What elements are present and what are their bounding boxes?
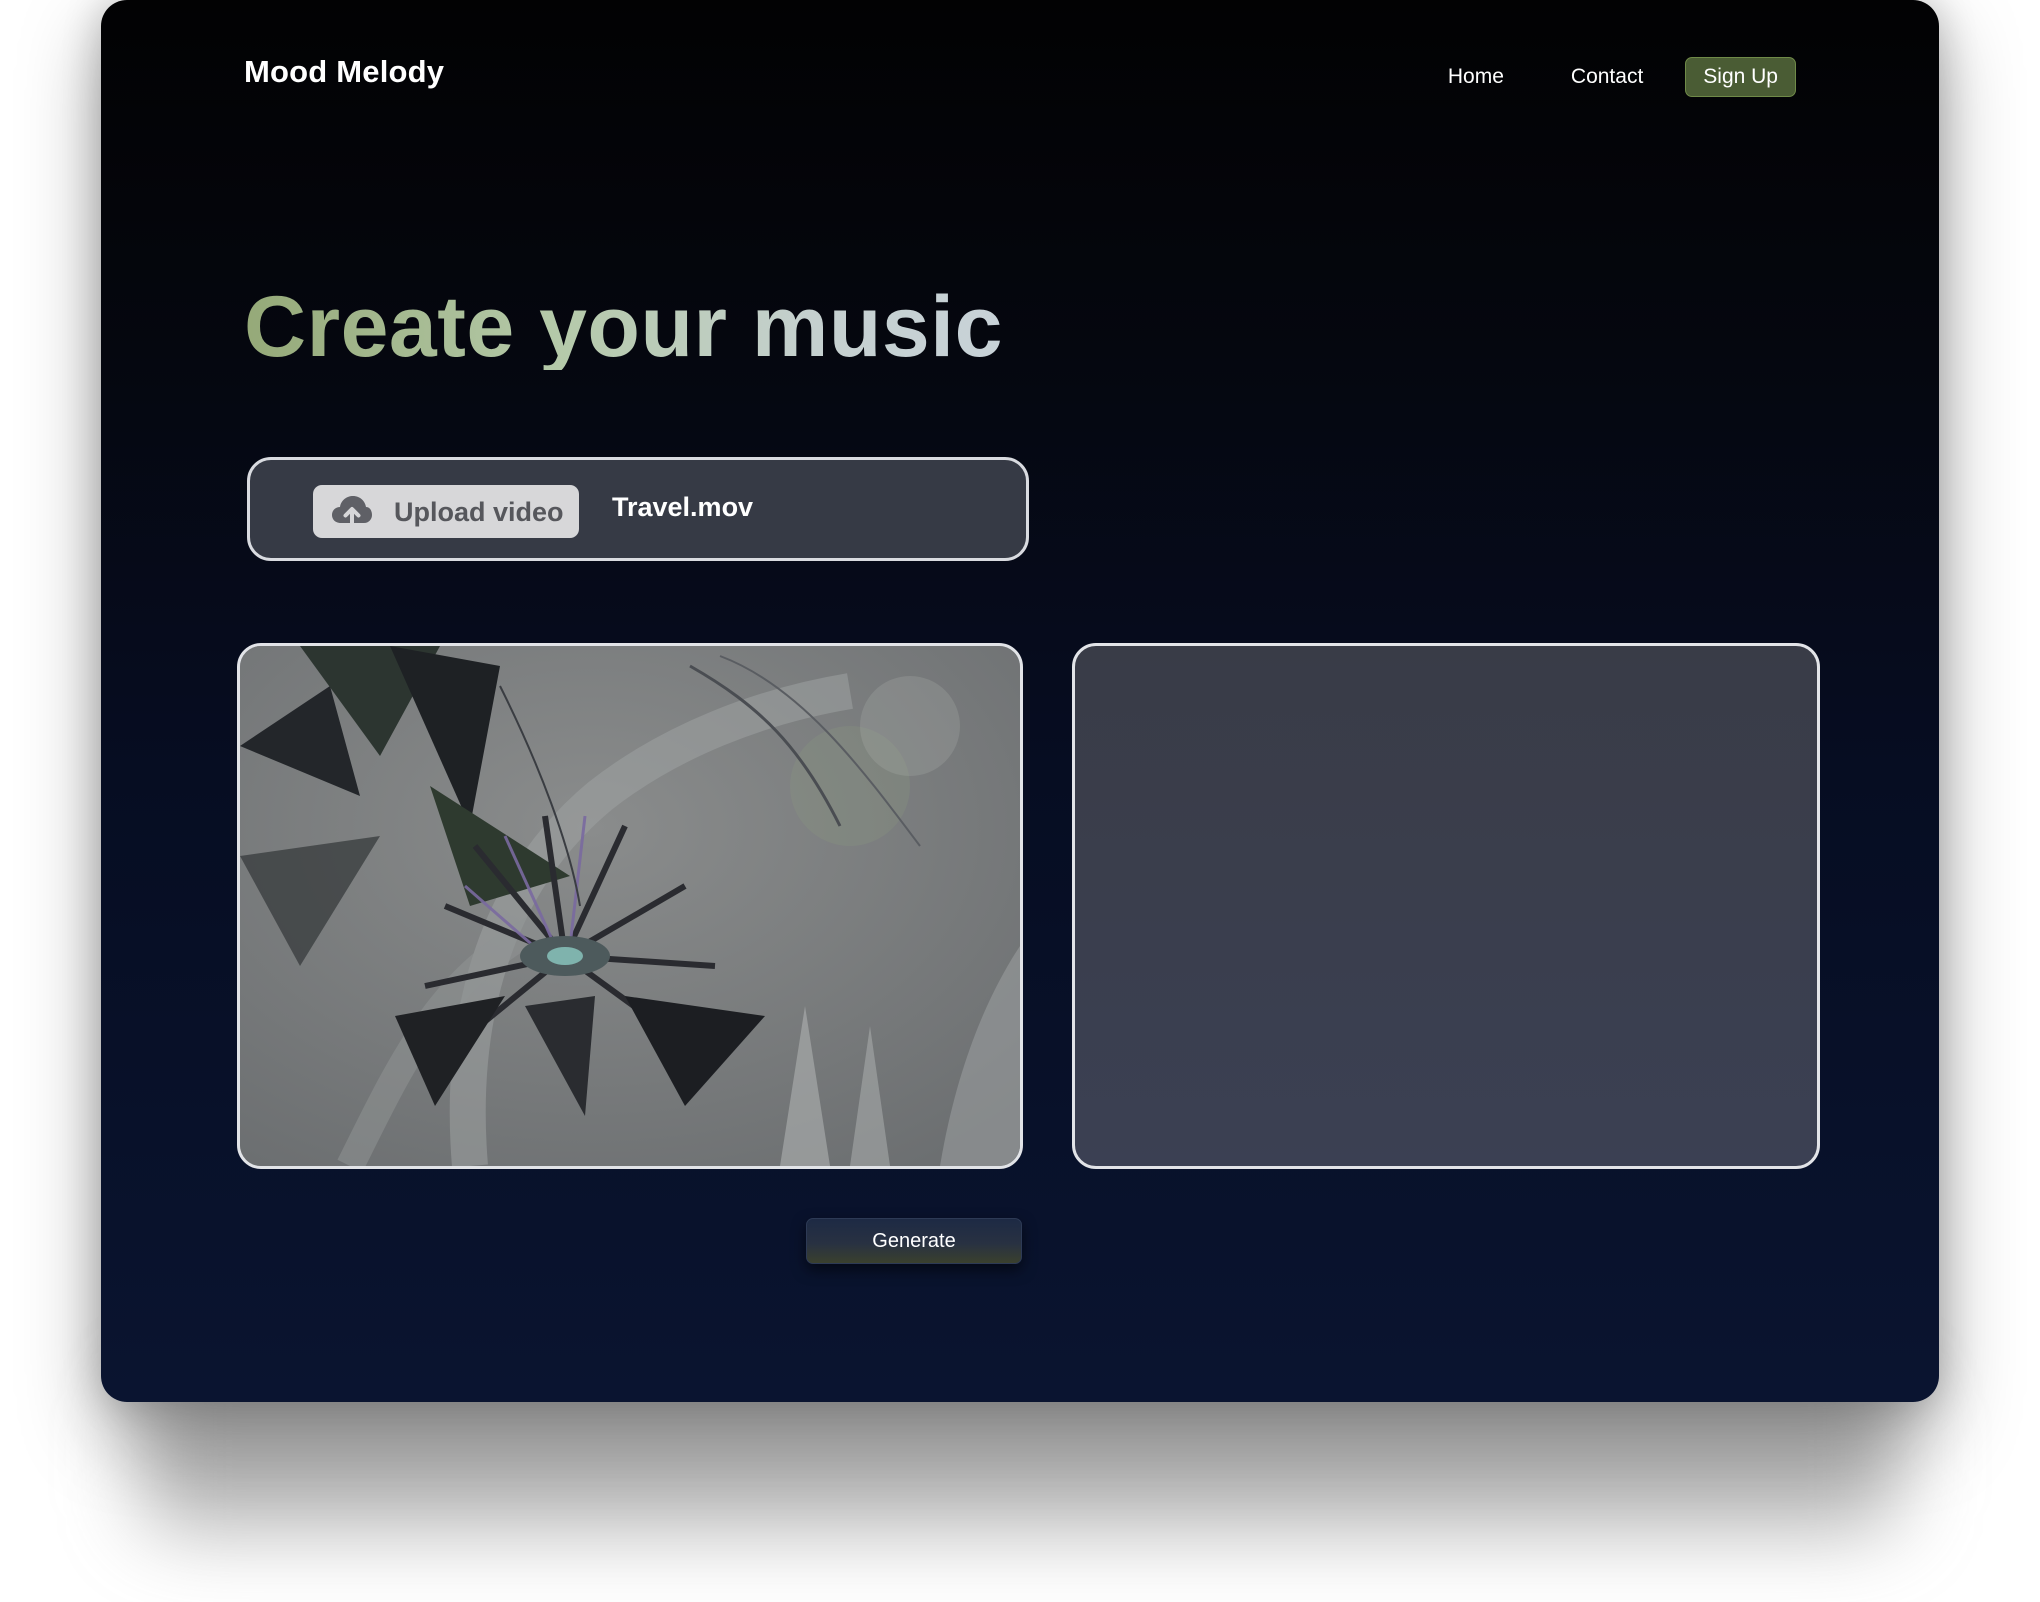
top-nav: Home Contact Sign Up xyxy=(1448,57,1796,97)
nav-link-contact[interactable]: Contact xyxy=(1571,65,1643,89)
window-shadow xyxy=(140,1380,1900,1530)
cloud-upload-icon xyxy=(332,496,372,529)
generate-button[interactable]: Generate xyxy=(806,1218,1022,1264)
video-preview-panel[interactable] xyxy=(237,643,1023,1169)
brand-logo[interactable]: Mood Melody xyxy=(244,54,444,90)
app-window: Mood Melody Home Contact Sign Up Create … xyxy=(101,0,1939,1402)
upload-video-label: Upload video xyxy=(394,497,564,527)
hero-title: Create your music xyxy=(244,279,1003,375)
upload-bar: Upload video Travel.mov xyxy=(247,457,1029,561)
music-output-panel xyxy=(1072,643,1820,1169)
nav-link-home[interactable]: Home xyxy=(1448,65,1504,89)
signup-button[interactable]: Sign Up xyxy=(1685,57,1796,97)
upload-video-button[interactable]: Upload video xyxy=(313,485,579,538)
uploaded-filename: Travel.mov xyxy=(612,492,754,522)
preview-artwork xyxy=(240,646,1020,1166)
